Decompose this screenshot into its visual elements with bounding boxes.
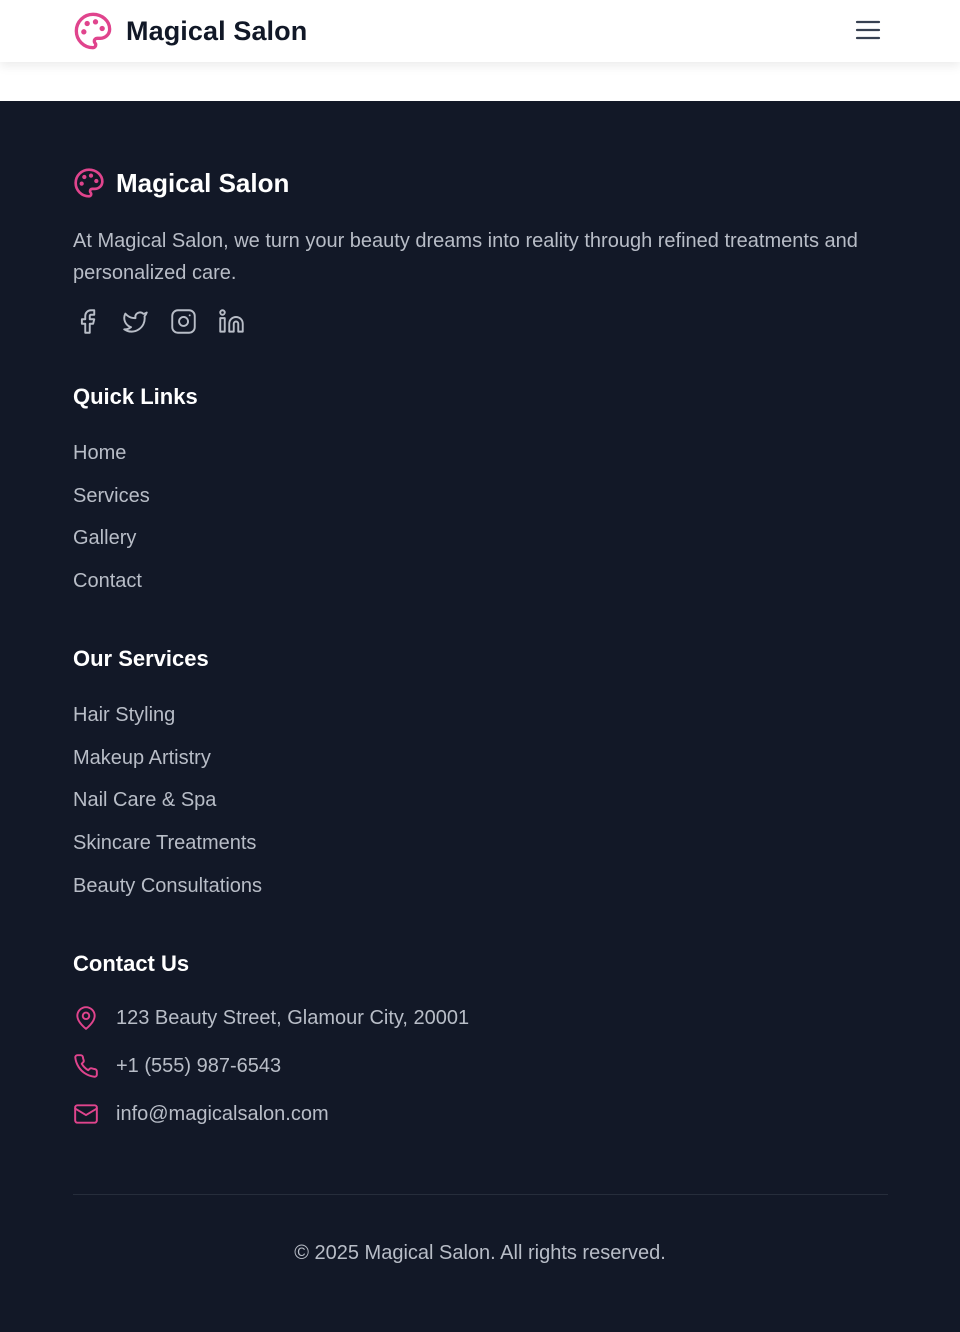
quick-link-home[interactable]: Home <box>73 442 126 464</box>
list-item: Hair Styling <box>73 702 262 745</box>
list-item: Gallery <box>73 525 150 568</box>
site-header: Magical Salon <box>0 0 960 62</box>
palette-icon <box>74 168 104 198</box>
quick-link-gallery[interactable]: Gallery <box>73 527 136 549</box>
palette-icon <box>74 12 112 50</box>
footer-about-text: At Magical Salon, we turn your beauty dr… <box>73 230 858 284</box>
service-link-makeup-artistry[interactable]: Makeup Artistry <box>73 747 211 769</box>
service-link-nail-care-spa[interactable]: Nail Care & Spa <box>73 789 216 811</box>
linkedin-icon <box>218 308 244 333</box>
contact-title: Contact Us <box>73 951 190 976</box>
linkedin-link[interactable] <box>217 307 245 335</box>
list-item: Nail Care & Spa <box>73 787 262 830</box>
social-links <box>73 307 265 335</box>
contact-email-text: info@magicalsalon.com <box>116 1103 329 1125</box>
instagram-icon <box>170 308 196 334</box>
header-brand-link[interactable]: Magical Salon <box>73 10 307 52</box>
twitter-icon <box>122 311 148 333</box>
menu-button[interactable] <box>850 15 886 45</box>
mail-icon <box>74 1104 98 1124</box>
contact-list: 123 Beauty Street, Glamour City, 20001 +… <box>73 1005 469 1149</box>
list-item: Services <box>73 483 150 526</box>
quick-links-title: Quick Links <box>73 384 198 409</box>
service-link-hair-styling[interactable]: Hair Styling <box>73 704 175 726</box>
service-link-beauty-consultations[interactable]: Beauty Consultations <box>73 875 262 897</box>
quick-link-services[interactable]: Services <box>73 485 150 507</box>
footer-divider <box>73 1194 888 1195</box>
contact-phone[interactable]: +1 (555) 987-6543 <box>73 1053 469 1101</box>
list-item: Makeup Artistry <box>73 745 262 788</box>
list-item: Contact <box>73 568 150 611</box>
service-link-skincare[interactable]: Skincare Treatments <box>73 832 256 854</box>
footer-brand-name: Magical Salon <box>116 167 290 198</box>
list-item: Skincare Treatments <box>73 830 262 873</box>
contact-address: 123 Beauty Street, Glamour City, 20001 <box>73 1005 469 1053</box>
services-list: Hair Styling Makeup Artistry Nail Care &… <box>73 702 262 915</box>
hamburger-menu-icon <box>855 20 881 40</box>
phone-icon <box>74 1054 98 1078</box>
contact-address-text: 123 Beauty Street, Glamour City, 20001 <box>116 1007 470 1029</box>
copyright-text: © 2025 Magical Salon. All rights reserve… <box>294 1242 666 1264</box>
map-pin-icon <box>76 1006 96 1030</box>
twitter-link[interactable] <box>121 307 149 335</box>
contact-email[interactable]: info@magicalsalon.com <box>73 1101 469 1149</box>
list-item: Home <box>73 440 150 483</box>
header-brand-name: Magical Salon <box>126 15 308 46</box>
facebook-link[interactable] <box>73 307 101 335</box>
instagram-link[interactable] <box>169 307 197 335</box>
quick-links-list: Home Services Gallery Contact <box>73 440 150 611</box>
quick-link-contact[interactable]: Contact <box>73 570 142 592</box>
footer-brand: Magical Salon <box>73 167 289 199</box>
list-item: Beauty Consultations <box>73 873 262 916</box>
contact-phone-text: +1 (555) 987-6543 <box>116 1055 282 1077</box>
site-footer: Magical Salon At Magical Salon, we turn … <box>0 101 960 1332</box>
facebook-icon <box>80 308 95 334</box>
services-title: Our Services <box>73 646 209 671</box>
